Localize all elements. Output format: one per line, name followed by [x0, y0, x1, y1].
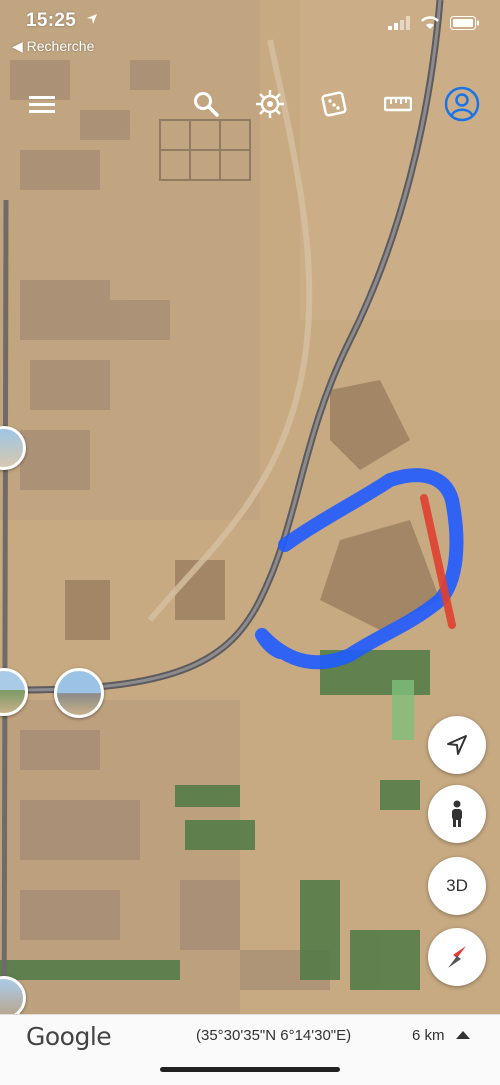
home-indicator: [160, 1067, 340, 1072]
menu-button[interactable]: [22, 84, 62, 124]
battery-icon: [450, 16, 479, 30]
system-icons: [388, 16, 480, 30]
dice-icon: [321, 91, 347, 117]
feeling-lucky-button[interactable]: [314, 84, 354, 124]
map-toolbar: [0, 80, 500, 126]
account-icon: [444, 86, 480, 122]
menu-icon: [29, 96, 55, 113]
back-to-search-link[interactable]: ◀ Recherche: [12, 38, 94, 55]
street-view-button[interactable]: [428, 785, 486, 843]
voyager-button[interactable]: [250, 84, 290, 124]
pegman-icon: [452, 800, 462, 827]
location-arrow-icon: [87, 14, 97, 24]
bottom-info-bar: Google (35°30'35"N 6°14'30"E) 6 km: [0, 1014, 500, 1085]
my-location-button[interactable]: [428, 716, 486, 774]
voyager-icon: [256, 90, 284, 118]
compass-button[interactable]: [428, 928, 486, 986]
photo-bubble[interactable]: [54, 668, 104, 718]
account-button[interactable]: [442, 84, 482, 124]
status-bar: 15:25 ◀ Recherche: [0, 0, 500, 60]
distance-readout: 6 km: [412, 1027, 445, 1044]
compass-icon: [448, 946, 466, 968]
satellite-map[interactable]: [0, 0, 500, 1084]
measure-button[interactable]: [378, 84, 418, 124]
location-arrow-icon: [447, 735, 467, 755]
expand-caret-icon[interactable]: [456, 1031, 470, 1039]
signal-icon: [388, 16, 410, 30]
toggle-3d-label: 3D: [446, 876, 468, 895]
google-logo: Google: [26, 1022, 112, 1051]
ruler-icon: [384, 96, 412, 112]
status-time: 15:25: [26, 10, 77, 31]
search-button[interactable]: [186, 84, 226, 124]
toggle-3d-button[interactable]: 3D: [428, 857, 486, 915]
wifi-icon: [421, 16, 439, 29]
search-icon: [194, 92, 219, 117]
coordinates-readout: (35°30'35"N 6°14'30"E): [196, 1027, 352, 1044]
